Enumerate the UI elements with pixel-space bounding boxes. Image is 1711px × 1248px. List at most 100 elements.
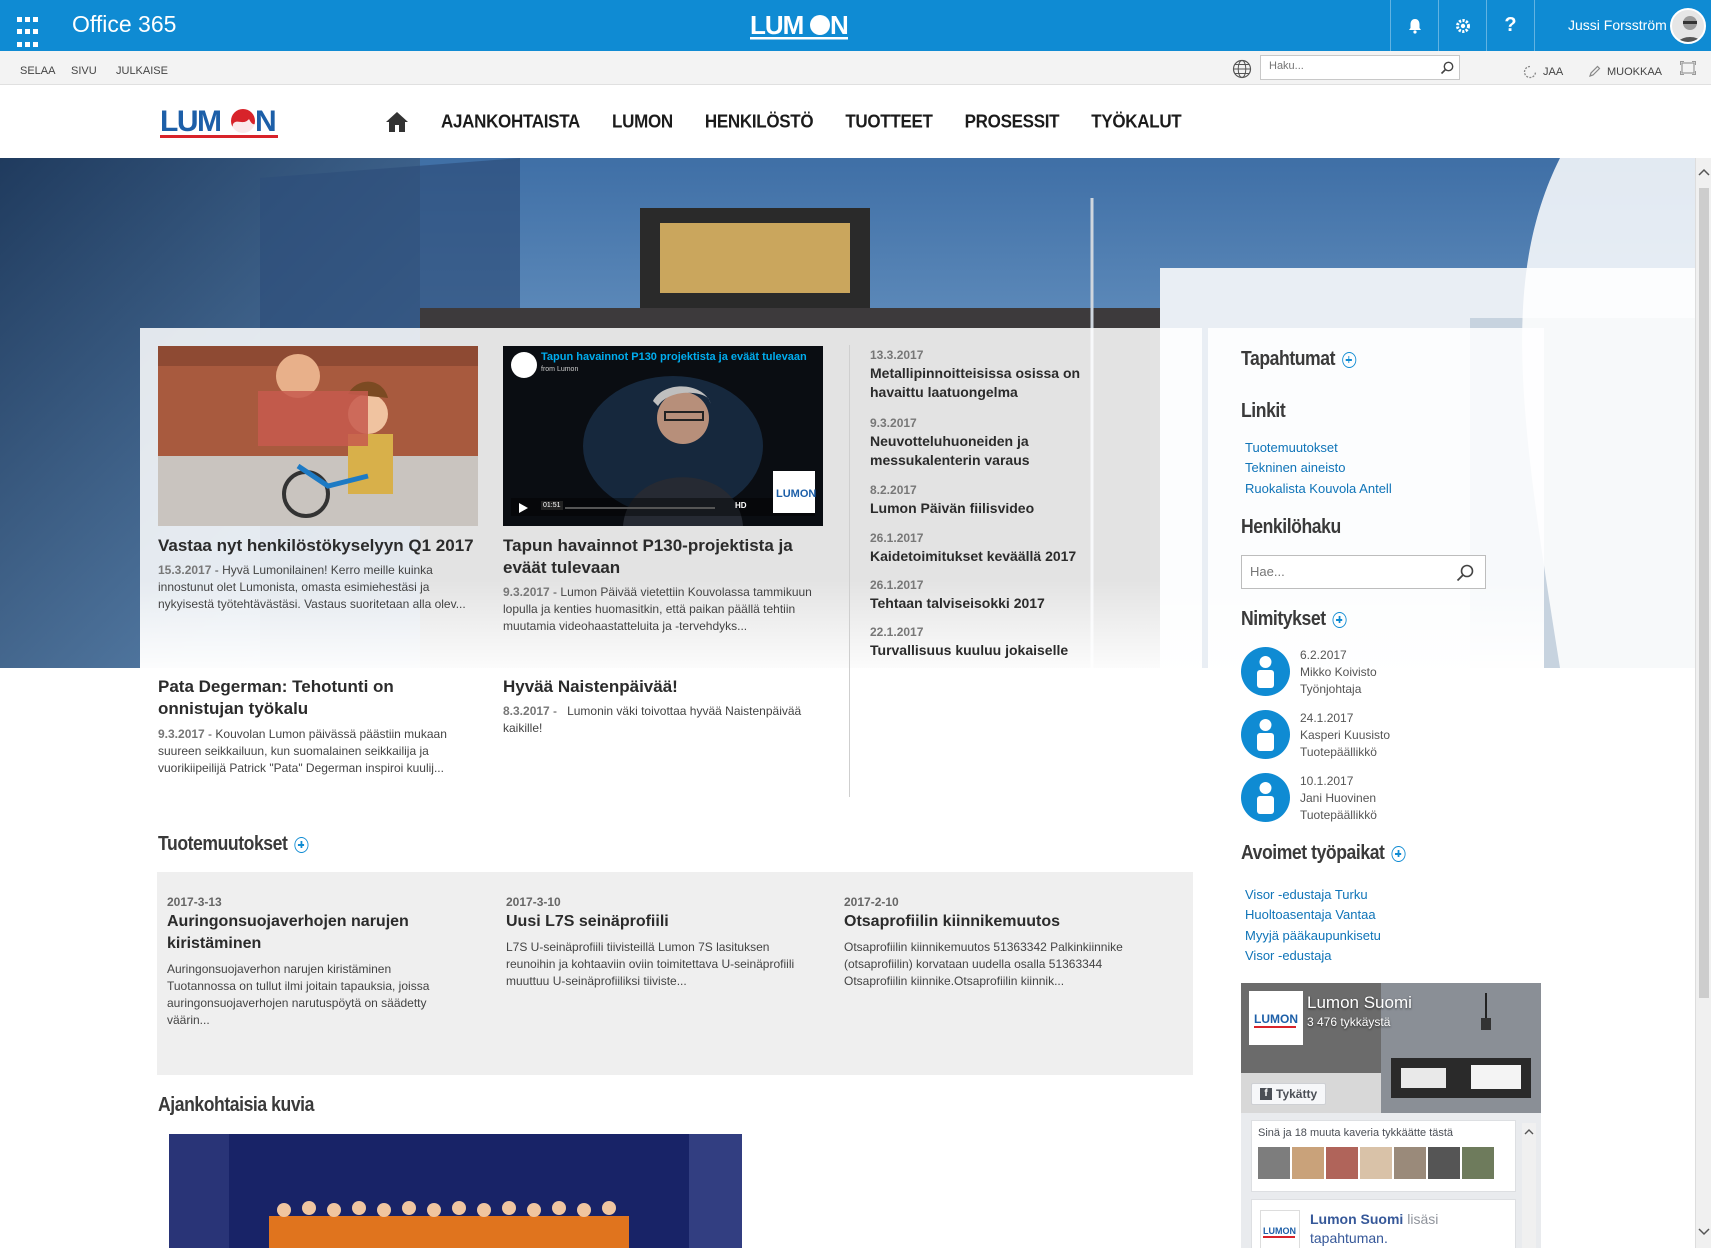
facebook-cover-image[interactable]: LUMON Lumon Suomi 3 476 tykkäystä f Tykä… [1241,983,1541,1113]
tuotemuutokset-heading-text[interactable]: Tuotemuutokset [158,833,288,855]
ribbon-tab-julkaise[interactable]: JULKAISE [116,65,168,77]
user-name[interactable]: Jussi Forsström [1568,17,1667,33]
news-title-naistenpaiva[interactable]: Hyvää Naistenpäivää! [503,676,823,698]
nav-ajankohtaista[interactable]: AJANKOHTAISTA [441,111,580,133]
job-link[interactable]: Huoltoasentaja Vantaa [1245,907,1376,922]
appointment-text: 24.1.2017 Kasperi Kuusisto Tuotepäällikk… [1300,710,1390,761]
scroll-down-icon[interactable] [1696,1226,1711,1238]
news-list-title[interactable]: Lumon Päivän fiilisvideo [870,499,1110,518]
job-link[interactable]: Visor -edustaja Turku [1245,887,1368,902]
people-search-icon[interactable] [1455,563,1475,583]
current-photo[interactable] [169,1134,742,1248]
lumon-site-logo[interactable]: LUM N [159,102,289,140]
add-tapahtuma-icon[interactable] [1342,351,1357,368]
video-time: 01:51 [541,501,563,510]
add-nimitys-icon[interactable] [1332,611,1347,628]
lumon-logo[interactable]: LUM N [748,8,858,42]
news-list-item: 8.2.2017 Lumon Päivän fiilisvideo [870,483,1110,518]
news-list-title[interactable]: Neuvotteluhuoneiden ja messukalenterin v… [870,432,1110,470]
news-list-title[interactable]: Kaidetoimitukset keväällä 2017 [870,547,1110,566]
tuotemuutos-title[interactable]: Otsaprofiilin kiinnikemuutos [844,911,1144,933]
friend-avatar[interactable] [1258,1147,1290,1179]
news-title-pata[interactable]: Pata Degerman: Tehotunti on onnistujan t… [158,676,478,720]
video-channel-avatar[interactable] [511,352,537,378]
avoimet-heading-text[interactable]: Avoimet työpaikat [1241,842,1385,864]
edit-button[interactable]: MUOKKAA [1588,65,1662,78]
add-tuotemuutos-icon[interactable] [294,836,309,853]
facebook-page-name[interactable]: Lumon Suomi [1307,993,1412,1013]
people-search-input[interactable] [1250,564,1450,579]
friend-avatar[interactable] [1428,1147,1460,1179]
focus-mode-icon[interactable] [1680,61,1696,75]
play-icon[interactable] [517,502,529,514]
appointment-role: Tuotepäällikkö [1300,745,1377,759]
friend-avatar[interactable] [1326,1147,1358,1179]
site-search [1260,55,1460,80]
news-list-item: 9.3.2017 Neuvotteluhuoneiden ja messukal… [870,416,1110,470]
nav-lumon[interactable]: LUMON [612,111,673,133]
scroll-thumb[interactable] [1699,188,1709,998]
nav-tuotteet[interactable]: TUOTTEET [845,111,933,133]
nimitykset-heading-text[interactable]: Nimitykset [1241,608,1326,630]
facebook-page-logo[interactable]: LUMON [1249,991,1303,1045]
svg-text:LUMON: LUMON [776,488,816,500]
tapahtumat-heading-text[interactable]: Tapahtumat [1241,348,1335,370]
job-link[interactable]: Visor -edustaja [1245,948,1331,963]
news-date-naistenpaiva: 8.3.2017 [503,704,550,718]
share-button[interactable]: JAA [1523,65,1563,79]
video-source: from Lumon [541,366,579,373]
globe-icon[interactable] [1232,59,1252,79]
tuotemuutos-item: 2017-3-13 Auringonsuojaverhojen narujen … [167,895,467,1029]
news-title-survey[interactable]: Vastaa nyt henkilöstökyselyyn Q1 2017 [158,535,488,557]
video-progress-bar[interactable] [565,507,715,509]
user-avatar[interactable] [1670,8,1706,44]
scroll-up-icon[interactable] [1696,166,1711,178]
link-ruokalista[interactable]: Ruokalista Kouvola Antell [1245,481,1392,496]
news-list-item: 13.3.2017 Metallipinnoitteisissa osissa … [870,348,1110,402]
facebook-scrollbar[interactable] [1522,1123,1536,1248]
friend-avatar[interactable] [1462,1147,1494,1179]
search-icon[interactable] [1439,60,1455,76]
suite-title[interactable]: Office 365 [72,11,176,38]
tuotemuutos-title[interactable]: Uusi L7S seinäprofiili [506,911,806,933]
friend-avatar[interactable] [1360,1147,1392,1179]
facebook-post-verb: lisäsi [1407,1211,1439,1227]
news-title-tapun[interactable]: Tapun havainnot P130-projektista ja evää… [503,535,823,579]
home-icon[interactable] [385,110,409,134]
app-launcher-icon[interactable] [0,0,51,51]
facebook-widget: LUMON Lumon Suomi 3 476 tykkäystä f Tykä… [1241,983,1541,1248]
friend-avatar[interactable] [1292,1147,1324,1179]
facebook-post: LUMON Lumon Suomi lisäsi tapahtuman. [1251,1199,1516,1248]
tuotemuutos-date: 2017-2-10 [844,895,899,909]
news-image-survey[interactable] [158,346,478,526]
friend-avatar[interactable] [1394,1147,1426,1179]
ribbon-tab-selaa[interactable]: SELAA [20,65,55,77]
nav-tyokalut[interactable]: TYÖKALUT [1091,111,1181,133]
link-tuotemuutokset[interactable]: Tuotemuutokset [1245,440,1338,455]
facebook-post-event[interactable]: tapahtuman. [1310,1230,1388,1246]
facebook-like-button[interactable]: f Tykätty [1251,1083,1327,1105]
news-video-player[interactable]: LUMON Tapun havainnot P130 projektista j… [503,346,823,526]
add-tyopaikka-icon[interactable] [1391,845,1406,862]
notifications-bell-icon[interactable] [1390,0,1438,51]
settings-gear-icon[interactable] [1438,0,1486,51]
site-search-input[interactable] [1269,60,1439,72]
news-excerpt-pata: 9.3.2017 - Kouvolan Lumon päivässä pääst… [158,727,447,775]
news-list-title[interactable]: Turvallisuus kuuluu jokaiselle [870,641,1110,660]
nav-prosessit[interactable]: PROSESSIT [965,111,1060,133]
ribbon-tab-sivu[interactable]: SIVU [71,65,97,77]
help-icon[interactable]: ? [1486,0,1534,51]
video-hd-label[interactable]: HD [735,501,747,510]
nav-henkilosto[interactable]: HENKILÖSTÖ [705,111,814,133]
facebook-scroll-up-icon[interactable] [1522,1126,1536,1138]
tuotemuutos-title[interactable]: Auringonsuojaverhojen narujen kiristämin… [167,911,467,955]
video-title[interactable]: Tapun havainnot P130 projektista ja evää… [541,351,807,363]
news-list-title[interactable]: Metallipinnoitteisissa osissa on havaitt… [870,364,1110,402]
facebook-post-logo[interactable]: LUMON [1260,1210,1300,1248]
link-tekninen-aineisto[interactable]: Tekninen aineisto [1245,460,1345,475]
news-list-title[interactable]: Tehtaan talviseisokki 2017 [870,594,1110,613]
job-link[interactable]: Myyjä pääkaupunkisetu [1245,928,1381,943]
page-scrollbar[interactable] [1695,158,1711,1248]
news-date-tapun: 9.3.2017 [503,585,550,599]
facebook-post-author[interactable]: Lumon Suomi [1310,1211,1403,1227]
